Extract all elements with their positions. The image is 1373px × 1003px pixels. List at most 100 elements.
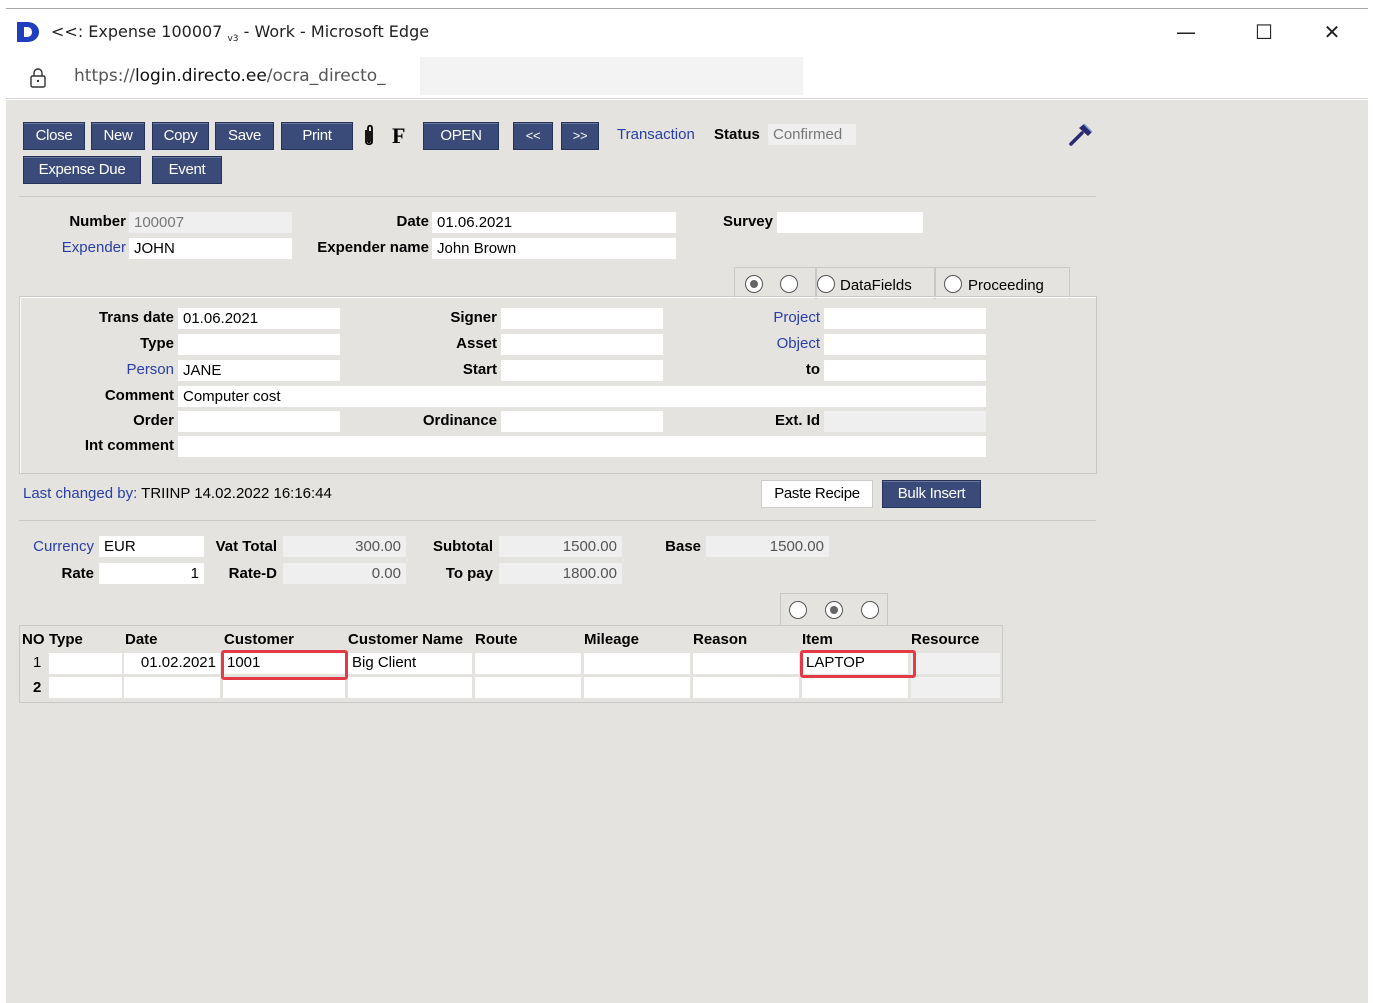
last-changed-label: Last changed by: bbox=[23, 485, 138, 502]
grid-view-radio-1[interactable] bbox=[789, 601, 807, 619]
row-2-route-cell[interactable] bbox=[475, 677, 581, 698]
event-button[interactable]: Event bbox=[152, 156, 222, 184]
expender-field[interactable]: JOHN bbox=[129, 238, 292, 259]
date-label: Date bbox=[396, 213, 429, 230]
column-header-customer-name: Customer Name bbox=[348, 631, 464, 648]
tab-proceeding[interactable]: Proceeding bbox=[935, 267, 1070, 299]
tab-1-radio[interactable] bbox=[745, 275, 763, 293]
window-title-version: v3 bbox=[227, 34, 239, 45]
ordinance-field[interactable] bbox=[501, 411, 663, 432]
row-2-type-cell[interactable] bbox=[49, 677, 122, 698]
rate-field[interactable]: 1 bbox=[99, 563, 204, 584]
row-1-type-cell[interactable] bbox=[49, 653, 122, 674]
project-link[interactable]: Project bbox=[773, 309, 820, 326]
grid-view-radio-3[interactable] bbox=[861, 601, 879, 619]
url-text[interactable]: https://login.directo.ee/ocra_directo_ bbox=[74, 66, 386, 86]
expender-link[interactable]: Expender bbox=[62, 239, 126, 256]
row-1-resource-cell bbox=[911, 653, 1000, 674]
maximize-button[interactable]: ☐ bbox=[1244, 17, 1284, 47]
to-pay-label: To pay bbox=[445, 565, 493, 582]
close-window-button[interactable]: ✕ bbox=[1312, 17, 1352, 47]
copy-button[interactable]: Copy bbox=[152, 122, 209, 150]
rate-label: Rate bbox=[61, 565, 94, 582]
object-field[interactable] bbox=[824, 334, 986, 355]
transaction-link[interactable]: Transaction bbox=[617, 126, 695, 143]
order-field[interactable] bbox=[178, 411, 340, 432]
tab-2-radio[interactable] bbox=[780, 275, 798, 293]
asset-field[interactable] bbox=[501, 334, 663, 355]
base-field: 1500.00 bbox=[706, 536, 829, 557]
row-1-customer-name-cell[interactable]: Big Client bbox=[348, 653, 472, 674]
grid-view-toggle bbox=[780, 593, 888, 625]
directo-logo-icon bbox=[17, 22, 39, 42]
next-record-button[interactable]: >> bbox=[561, 122, 599, 150]
row-1-date-cell[interactable]: 01.02.2021 bbox=[124, 653, 220, 674]
project-field[interactable] bbox=[824, 308, 986, 329]
paste-recipe-button[interactable]: Paste Recipe bbox=[761, 480, 873, 508]
subtotal-label: Subtotal bbox=[433, 538, 493, 555]
signer-field[interactable] bbox=[501, 308, 663, 329]
row-1-mileage-cell[interactable] bbox=[584, 653, 690, 674]
tab-proceeding-label: Proceeding bbox=[968, 277, 1044, 294]
tab-datafields-radio[interactable] bbox=[817, 275, 835, 293]
currency-link[interactable]: Currency bbox=[33, 538, 94, 555]
to-pay-field: 1800.00 bbox=[499, 563, 622, 584]
print-button[interactable]: Print bbox=[281, 122, 353, 150]
type-field[interactable] bbox=[178, 334, 340, 355]
window-title: <<: Expense 100007 v3 - Work - Microsoft… bbox=[51, 22, 429, 44]
row-2-reason-cell[interactable] bbox=[693, 677, 799, 698]
start-label: Start bbox=[462, 361, 497, 378]
window-title-suffix: - Work - Microsoft Edge bbox=[238, 22, 430, 41]
survey-field[interactable] bbox=[777, 212, 923, 233]
minimize-button[interactable]: — bbox=[1166, 17, 1206, 47]
close-button[interactable]: Close bbox=[23, 122, 85, 150]
tab-1[interactable] bbox=[734, 267, 816, 299]
column-header-route: Route bbox=[475, 631, 518, 648]
tab-datafields[interactable]: DataFields bbox=[816, 267, 935, 299]
number-field: 100007 bbox=[129, 212, 292, 233]
row-2-item-cell[interactable] bbox=[802, 677, 908, 698]
start-field[interactable] bbox=[501, 360, 663, 381]
expense-due-button[interactable]: Expense Due bbox=[23, 156, 141, 184]
person-field[interactable]: JANE bbox=[178, 360, 340, 381]
tab-datafields-label: DataFields bbox=[840, 277, 912, 294]
open-button[interactable]: OPEN bbox=[423, 122, 499, 150]
number-label: Number bbox=[69, 213, 126, 230]
address-bar[interactable]: https://login.directo.ee/ocra_directo_ bbox=[6, 53, 1368, 99]
date-field[interactable]: 01.06.2021 bbox=[432, 212, 676, 233]
row-1-route-cell[interactable] bbox=[475, 653, 581, 674]
asset-label: Asset bbox=[456, 335, 497, 352]
vat-total-field: 300.00 bbox=[283, 536, 406, 557]
row-2-date-cell[interactable] bbox=[124, 677, 220, 698]
paperclip-icon[interactable] bbox=[362, 124, 376, 148]
int-comment-field[interactable] bbox=[178, 436, 986, 457]
currency-field[interactable]: EUR bbox=[99, 536, 204, 557]
row-1-reason-cell[interactable] bbox=[693, 653, 799, 674]
row-number: 2 bbox=[33, 679, 42, 696]
f-icon[interactable]: F bbox=[392, 123, 405, 149]
comment-label: Comment bbox=[104, 387, 174, 404]
bulk-insert-button[interactable]: Bulk Insert bbox=[882, 480, 981, 508]
save-button[interactable]: Save bbox=[215, 122, 274, 150]
ordinance-label: Ordinance bbox=[422, 412, 497, 429]
person-link[interactable]: Person bbox=[126, 361, 174, 378]
survey-label: Survey bbox=[722, 213, 773, 230]
column-header-type: Type bbox=[49, 631, 83, 648]
comment-field[interactable]: Computer cost bbox=[178, 386, 986, 407]
row-2-mileage-cell[interactable] bbox=[584, 677, 690, 698]
tab-proceeding-radio[interactable] bbox=[944, 275, 962, 293]
expender-name-field[interactable]: John Brown bbox=[432, 238, 676, 259]
new-button[interactable]: New bbox=[91, 122, 145, 150]
row-2-customer-name-cell[interactable] bbox=[348, 677, 472, 698]
expense-form-page: Close New Copy Save Print F OPEN << >> T… bbox=[6, 100, 1368, 1003]
to-field[interactable] bbox=[824, 360, 986, 381]
window-title-text: <<: Expense 100007 bbox=[51, 22, 228, 41]
row-2-customer-cell[interactable] bbox=[223, 677, 345, 698]
grid-view-radio-2[interactable] bbox=[825, 601, 843, 619]
object-link[interactable]: Object bbox=[777, 335, 820, 352]
order-label: Order bbox=[133, 412, 174, 429]
settings-hammer-icon[interactable] bbox=[1068, 122, 1094, 146]
previous-record-button[interactable]: << bbox=[513, 122, 553, 150]
row-number: 1 bbox=[33, 654, 42, 671]
trans-date-field[interactable]: 01.06.2021 bbox=[178, 308, 340, 329]
